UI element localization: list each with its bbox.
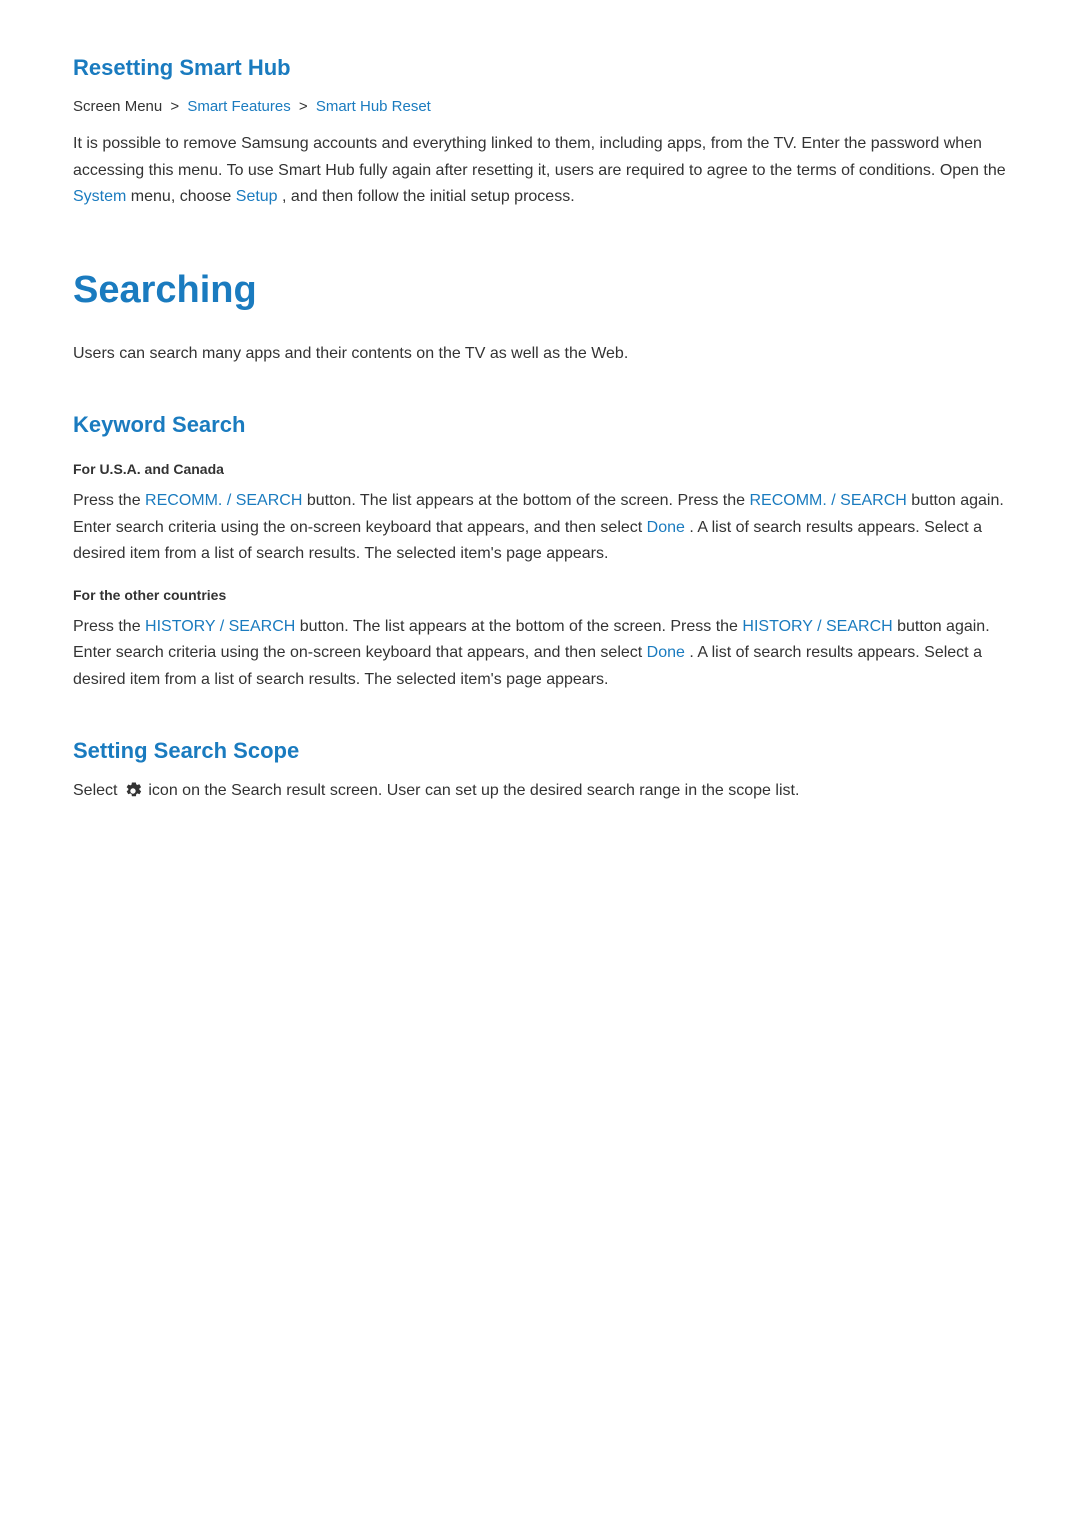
breadcrumb: Screen Menu > Smart Features > Smart Hub… bbox=[73, 95, 1007, 119]
other-body-start: Press the bbox=[73, 618, 141, 635]
resetting-body-end: , and then follow the initial setup proc… bbox=[282, 188, 575, 205]
other-body: Press the HISTORY / SEARCH button. The l… bbox=[73, 614, 1007, 693]
searching-intro: Users can search many apps and their con… bbox=[73, 341, 1007, 367]
other-highlight2: HISTORY / SEARCH bbox=[742, 618, 892, 635]
other-highlight3: Done bbox=[647, 644, 685, 661]
breadcrumb-prefix: Screen Menu bbox=[73, 98, 162, 115]
system-link[interactable]: System bbox=[73, 188, 126, 205]
breadcrumb-link-smart-hub-reset[interactable]: Smart Hub Reset bbox=[316, 98, 431, 115]
resetting-smart-hub-section: Resetting Smart Hub Screen Menu > Smart … bbox=[73, 50, 1007, 210]
keyword-search-section: Keyword Search For U.S.A. and Canada Pre… bbox=[73, 407, 1007, 693]
breadcrumb-link-smart-features[interactable]: Smart Features bbox=[187, 98, 290, 115]
keyword-search-title: Keyword Search bbox=[73, 407, 1007, 442]
resetting-body-text: It is possible to remove Samsung account… bbox=[73, 135, 1006, 178]
searching-title: Searching bbox=[73, 260, 1007, 321]
usa-body-mid1: button. The list appears at the bottom o… bbox=[307, 492, 745, 509]
usa-highlight3: Done bbox=[647, 519, 685, 536]
setup-link[interactable]: Setup bbox=[236, 188, 278, 205]
resetting-title: Resetting Smart Hub bbox=[73, 50, 1007, 85]
usa-heading: For U.S.A. and Canada bbox=[73, 458, 1007, 480]
usa-body-start: Press the bbox=[73, 492, 141, 509]
breadcrumb-sep1: > bbox=[170, 98, 179, 115]
resetting-body-middle: menu, choose bbox=[131, 188, 232, 205]
scope-body-start: Select bbox=[73, 782, 117, 799]
other-highlight1: HISTORY / SEARCH bbox=[145, 618, 295, 635]
other-heading: For the other countries bbox=[73, 584, 1007, 606]
setting-search-scope-body: Select icon on the Search result screen.… bbox=[73, 778, 1007, 804]
setting-search-scope-title: Setting Search Scope bbox=[73, 733, 1007, 768]
setting-search-scope-section: Setting Search Scope Select icon on the … bbox=[73, 733, 1007, 805]
gear-icon bbox=[124, 782, 142, 800]
breadcrumb-sep2: > bbox=[299, 98, 308, 115]
scope-body-end: icon on the Search result screen. User c… bbox=[148, 782, 799, 799]
resetting-body: It is possible to remove Samsung account… bbox=[73, 131, 1007, 210]
usa-highlight2: RECOMM. / SEARCH bbox=[749, 492, 906, 509]
searching-section: Searching Users can search many apps and… bbox=[73, 260, 1007, 366]
usa-highlight1: RECOMM. / SEARCH bbox=[145, 492, 302, 509]
other-body-mid1: button. The list appears at the bottom o… bbox=[300, 618, 738, 635]
usa-body: Press the RECOMM. / SEARCH button. The l… bbox=[73, 488, 1007, 567]
